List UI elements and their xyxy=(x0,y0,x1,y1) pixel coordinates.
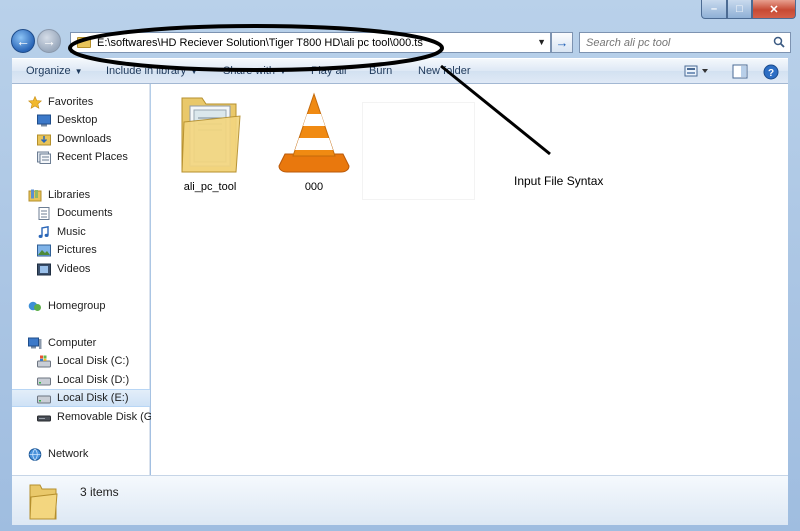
desktop-icon xyxy=(37,114,51,126)
sidebar-item-local-disk-e[interactable]: Local Disk (E:) xyxy=(12,389,150,407)
address-bar[interactable]: E:\softwares\HD Reciever Solution\Tiger … xyxy=(70,32,551,53)
sidebar-item-computer[interactable]: Computer xyxy=(28,334,166,352)
sidebar-item-label: Pictures xyxy=(57,244,97,256)
sidebar-item-label: Local Disk (C:) xyxy=(57,355,130,367)
sidebar-item-label: Downloads xyxy=(57,133,112,145)
file-name: 000 xyxy=(304,181,324,193)
help-icon[interactable]: ? xyxy=(763,64,779,80)
preview-pane-icon[interactable] xyxy=(732,64,748,79)
documents-icon xyxy=(38,206,50,220)
go-button[interactable]: → xyxy=(551,32,573,53)
music-icon xyxy=(38,225,49,238)
chevron-down-icon: ▼ xyxy=(190,67,199,76)
sidebar-item-label: Homegroup xyxy=(48,300,106,312)
item-count: 3 items xyxy=(80,485,119,499)
file-name: ali_pc_tool xyxy=(183,181,237,193)
network-icon xyxy=(28,447,42,461)
star-icon xyxy=(28,95,42,109)
svg-text:?: ? xyxy=(768,68,774,79)
sidebar-item-label: Removable Disk (G:) xyxy=(57,411,160,423)
forward-arrow-icon: → xyxy=(42,33,56,49)
folder-icon xyxy=(29,484,58,520)
annotation-text: Input File Syntax xyxy=(514,174,604,188)
sidebar-item-label: Libraries xyxy=(48,189,91,201)
command-bar: Organize ▼ Include in library ▼ Share with… xyxy=(12,58,788,84)
sidebar-item-network[interactable]: Network xyxy=(28,445,166,463)
include-in-library-button[interactable]: Include in library ▼ xyxy=(106,65,198,77)
close-button[interactable]: ✕ xyxy=(752,0,796,19)
search-input[interactable] xyxy=(586,36,766,49)
sidebar-item-label: Videos xyxy=(57,263,91,275)
file-item-ali-pc-tool[interactable]: ali_pc_tool xyxy=(160,88,260,200)
go-arrow-icon: → xyxy=(555,35,569,50)
explorer-window: – □ ✕ ← → E:\softwares\HD Reciever Solut… xyxy=(0,0,800,531)
maximize-button[interactable]: □ xyxy=(727,0,752,19)
details-pane: 3 items xyxy=(12,475,788,525)
sidebar-item-label: Computer xyxy=(48,337,97,349)
new-folder-label: New folder xyxy=(418,65,471,77)
include-in-library-label: Include in library xyxy=(106,65,187,77)
minimize-button[interactable]: – xyxy=(701,0,727,19)
sidebar-item-libraries[interactable]: Libraries xyxy=(28,186,166,204)
computer-icon xyxy=(28,337,42,349)
burn-label: Burn xyxy=(369,65,393,77)
downloads-icon xyxy=(37,134,51,145)
back-button[interactable]: ← xyxy=(11,29,35,53)
windows-drive-icon xyxy=(37,355,51,367)
sidebar-item-favorites[interactable]: Favorites xyxy=(28,93,166,111)
drive-icon xyxy=(37,377,51,385)
chevron-down-icon: ▼ xyxy=(74,67,83,76)
recent-places-icon xyxy=(37,151,51,164)
search-icon[interactable] xyxy=(773,36,785,48)
homegroup-icon xyxy=(28,301,41,311)
sidebar-item-homegroup[interactable]: Homegroup xyxy=(28,297,166,315)
back-arrow-icon: ← xyxy=(16,33,30,49)
organize-button[interactable]: Organize ▼ xyxy=(26,65,83,77)
sidebar-item-label: Music xyxy=(57,226,86,238)
organize-label: Organize xyxy=(26,65,71,77)
burn-button[interactable]: Burn xyxy=(369,65,392,77)
search-box[interactable] xyxy=(579,32,791,53)
sidebar-item-label: Desktop xyxy=(57,114,98,126)
file-list-pane: ali_pc_tool 000 xyxy=(151,84,788,475)
removable-drive-icon xyxy=(37,415,51,421)
folder-icon xyxy=(77,37,91,48)
chevron-down-icon: ▼ xyxy=(278,67,287,76)
folder-icon xyxy=(181,97,241,173)
blank-file-item[interactable] xyxy=(362,102,475,200)
sidebar-item-label: Local Disk (E:) xyxy=(57,392,129,404)
sidebar-item-label: Network xyxy=(48,448,89,460)
chevron-down-icon[interactable]: ▼ xyxy=(537,37,546,47)
drive-icon xyxy=(37,395,51,403)
play-all-label: Play all xyxy=(311,65,347,77)
vlc-icon xyxy=(278,92,350,173)
libraries-icon xyxy=(28,189,42,201)
file-item-000[interactable]: 000 xyxy=(264,88,364,200)
pictures-icon xyxy=(37,244,51,256)
window-controls: – □ ✕ xyxy=(701,0,796,19)
address-text: E:\softwares\HD Reciever Solution\Tiger … xyxy=(97,36,423,49)
sidebar-item-label: Local Disk (D:) xyxy=(57,374,130,386)
sidebar-item-label: Recent Places xyxy=(57,151,128,163)
share-with-label: Share with xyxy=(223,65,275,77)
view-options-icon[interactable] xyxy=(684,64,712,78)
forward-button[interactable]: → xyxy=(37,29,61,53)
navigation-row: ← → E:\softwares\HD Reciever Solution\Ti… xyxy=(0,26,800,56)
new-folder-button[interactable]: New folder xyxy=(418,65,471,77)
sidebar-item-label: Documents xyxy=(57,207,113,219)
share-with-button[interactable]: Share with ▼ xyxy=(223,65,287,77)
play-all-button[interactable]: Play all xyxy=(311,65,346,77)
sidebar-item-label: Favorites xyxy=(48,96,94,108)
navigation-pane: Favorites Desktop Downloads Recent Place… xyxy=(12,84,159,475)
videos-icon xyxy=(37,263,51,275)
